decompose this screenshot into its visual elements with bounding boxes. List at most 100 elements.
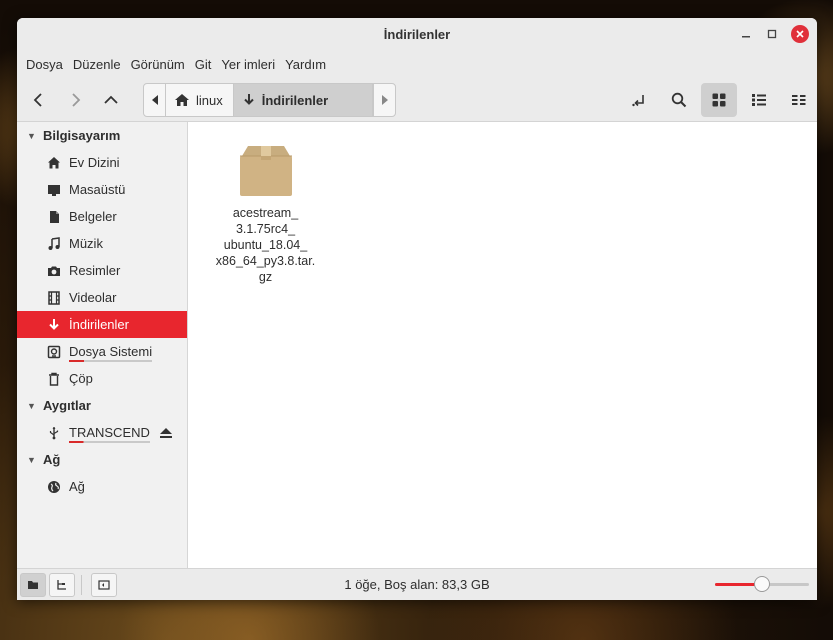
sidebar-item-downloads[interactable]: İndirilenler — [17, 311, 187, 338]
folder-icon — [28, 580, 38, 589]
sidebar-section-devices[interactable]: ▼ Aygıtlar — [17, 392, 187, 419]
sidebar-item-label: TRANSCEND — [69, 425, 150, 443]
zoom-slider[interactable] — [715, 576, 809, 592]
toolbar: linux İndirilenler — [17, 78, 817, 122]
sidebar: ▼ Bilgisayarım Ev Dizini Masaüstü Belgel… — [17, 122, 188, 568]
location-entry-icon — [632, 95, 644, 107]
minimize-icon[interactable] — [735, 24, 757, 44]
compact-view-button[interactable] — [781, 83, 817, 117]
path-segment-label: İndirilenler — [261, 92, 329, 108]
sidebar-item-label: Çöp — [69, 371, 93, 386]
window-title: İndirilenler — [383, 26, 451, 42]
sidebar-section-label: Bilgisayarım — [43, 128, 121, 143]
titlebar: İndirilenler — [17, 18, 817, 50]
network-icon — [47, 480, 61, 494]
sidebar-item-label: Ağ — [69, 479, 85, 494]
path-segment-linux[interactable]: linux — [166, 84, 234, 116]
home-icon — [175, 94, 189, 106]
search-button[interactable] — [661, 83, 697, 117]
sidebar-toggle-icon — [98, 579, 110, 590]
back-button[interactable] — [21, 83, 57, 117]
eject-icon[interactable] — [159, 426, 173, 440]
sidebar-item-label: Müzik — [69, 236, 103, 251]
path-scroll-left-button[interactable] — [144, 84, 166, 116]
file-name: acestream_ 3.1.75rc4_ ubuntu_18.04_ x86_… — [215, 206, 316, 284]
triangle-left-icon — [151, 95, 158, 105]
toolbar-right-group — [621, 83, 817, 117]
icon-view-button[interactable] — [701, 83, 737, 117]
chevron-up-icon — [104, 95, 118, 104]
music-icon — [47, 236, 61, 251]
triangle-right-icon — [381, 95, 388, 105]
compact-list-icon — [792, 95, 806, 105]
menu-dosya[interactable]: Dosya — [21, 57, 68, 72]
file-item[interactable]: acestream_ 3.1.75rc4_ ubuntu_18.04_ x86_… — [198, 142, 333, 285]
home-icon — [47, 156, 61, 170]
chevron-right-icon — [72, 92, 81, 107]
maximize-icon[interactable] — [761, 24, 783, 44]
usb-icon — [47, 426, 61, 440]
triangle-down-icon: ▼ — [27, 400, 36, 411]
zoom-handle[interactable] — [754, 576, 770, 592]
show-places-button[interactable] — [20, 572, 46, 597]
drive-icon — [47, 345, 61, 359]
sidebar-item-filesystem[interactable]: Dosya Sistemi — [17, 338, 187, 365]
sidebar-item-trash[interactable]: Çöp — [17, 365, 187, 392]
camera-icon — [47, 264, 61, 278]
grid-icon — [712, 93, 726, 107]
download-icon — [244, 94, 254, 105]
sidebar-item-videos[interactable]: Videolar — [17, 284, 187, 311]
sidebar-item-home[interactable]: Ev Dizini — [17, 149, 187, 176]
menubar: Dosya Düzenle Görünüm Git Yer imleri Yar… — [17, 50, 817, 78]
forward-button[interactable] — [57, 83, 93, 117]
hide-sidebar-button[interactable] — [91, 572, 117, 597]
sidebar-item-pictures[interactable]: Resimler — [17, 257, 187, 284]
chevron-left-icon — [33, 92, 42, 107]
show-tree-button[interactable] — [49, 572, 75, 597]
list-icon — [752, 94, 766, 106]
desktop-icon — [47, 183, 61, 197]
sidebar-item-label: Belgeler — [69, 209, 117, 224]
close-icon[interactable] — [791, 25, 809, 43]
trash-icon — [47, 372, 61, 386]
sidebar-section-label: Aygıtlar — [43, 398, 91, 413]
statusbar-separator — [81, 574, 82, 595]
sidebar-section-network[interactable]: ▼ Ağ — [17, 446, 187, 473]
triangle-down-icon: ▼ — [27, 130, 36, 141]
breadcrumb: linux İndirilenler — [143, 83, 396, 117]
path-scroll-right-button[interactable] — [373, 84, 395, 116]
status-text: 1 öğe, Boş alan: 83,3 GB — [344, 577, 490, 592]
sidebar-item-label: Videolar — [69, 290, 117, 305]
sidebar-item-network[interactable]: Ağ — [17, 473, 187, 500]
path-segment-indirilenler[interactable]: İndirilenler — [233, 84, 373, 116]
sidebar-section-label: Ağ — [43, 452, 61, 467]
menu-duzenle[interactable]: Düzenle — [68, 57, 126, 72]
search-icon — [671, 92, 687, 108]
up-button[interactable] — [93, 83, 129, 117]
list-view-button[interactable] — [741, 83, 777, 117]
download-icon — [47, 318, 61, 332]
sidebar-item-documents[interactable]: Belgeler — [17, 203, 187, 230]
menu-yer-imleri[interactable]: Yer imleri — [216, 57, 280, 72]
sidebar-item-label: Ev Dizini — [69, 155, 120, 170]
menu-git[interactable]: Git — [190, 57, 217, 72]
window-controls — [735, 24, 809, 44]
sidebar-item-desktop[interactable]: Masaüstü — [17, 176, 187, 203]
menu-gorunum[interactable]: Görünüm — [126, 57, 190, 72]
path-segment-label: linux — [196, 92, 223, 108]
sidebar-item-label: Masaüstü — [69, 182, 126, 197]
document-icon — [47, 210, 61, 224]
file-view[interactable]: acestream_ 3.1.75rc4_ ubuntu_18.04_ x86_… — [188, 122, 817, 568]
sidebar-item-transcend[interactable]: TRANSCEND — [17, 419, 187, 446]
triangle-down-icon: ▼ — [27, 454, 36, 465]
sidebar-item-label: İndirilenler — [69, 317, 129, 332]
sidebar-item-music[interactable]: Müzik — [17, 230, 187, 257]
menu-yardim[interactable]: Yardım — [280, 57, 331, 72]
toggle-location-button[interactable] — [621, 83, 657, 117]
tree-icon — [57, 579, 66, 590]
sidebar-section-computer[interactable]: ▼ Bilgisayarım — [17, 122, 187, 149]
archive-icon — [239, 146, 292, 196]
sidebar-item-label: Resimler — [69, 263, 121, 278]
content-area: ▼ Bilgisayarım Ev Dizini Masaüstü Belgel… — [17, 122, 817, 568]
sidebar-item-label: Dosya Sistemi — [69, 344, 153, 362]
